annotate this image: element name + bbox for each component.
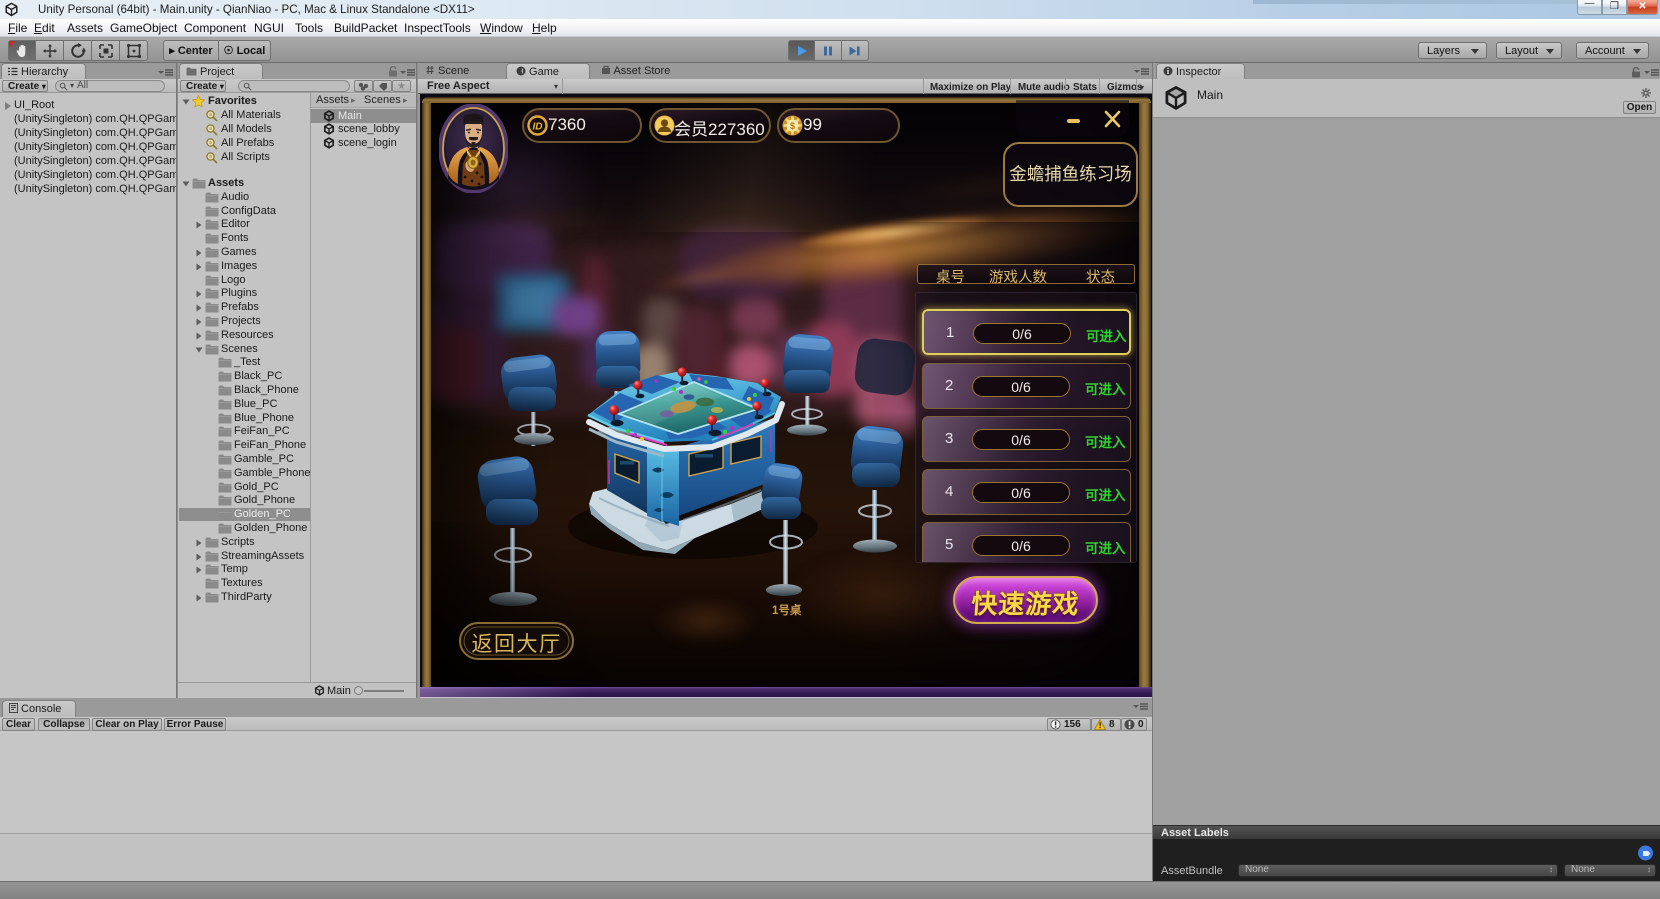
svg-text:ID: ID xyxy=(533,122,543,133)
svg-text:$: $ xyxy=(790,121,795,131)
